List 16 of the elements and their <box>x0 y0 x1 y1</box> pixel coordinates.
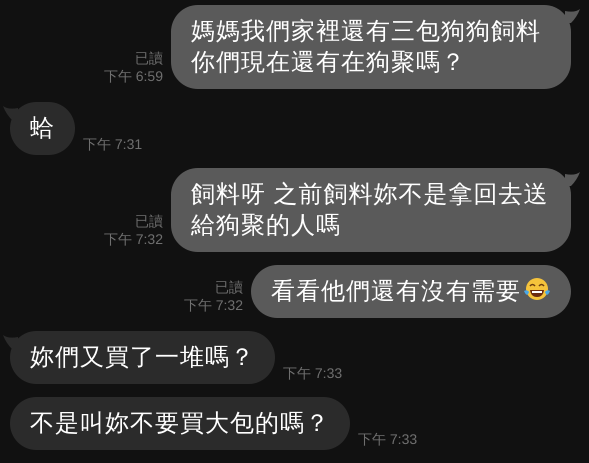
read-receipt: 已讀 <box>135 212 163 230</box>
message-time: 下午 6:59 <box>104 67 163 85</box>
laughing-face-icon <box>523 277 551 303</box>
message-time: 下午 7:32 <box>104 230 163 248</box>
message-bubble: 蛤 <box>10 102 75 155</box>
message-time: 下午 7:31 <box>83 135 142 154</box>
read-receipt: 已讀 <box>135 49 163 67</box>
message-bubble: 看看他們還有沒有需要 <box>251 265 571 318</box>
message-bubble: 飼料呀 之前飼料妳不是拿回去送給狗聚的人嗎 <box>171 168 571 252</box>
message-time: 下午 7:32 <box>184 296 243 314</box>
message-bubble: 媽媽我們家裡還有三包狗狗飼料你們現在還有在狗聚嗎？ <box>171 5 571 89</box>
message-bubble: 不是叫妳不要買大包的嗎？ <box>10 397 350 450</box>
message-bubble: 妳們又買了一堆嗎？ <box>10 331 275 384</box>
message-time: 下午 7:33 <box>358 430 418 449</box>
message-time: 下午 7:33 <box>283 364 342 383</box>
read-receipt: 已讀 <box>215 278 243 296</box>
